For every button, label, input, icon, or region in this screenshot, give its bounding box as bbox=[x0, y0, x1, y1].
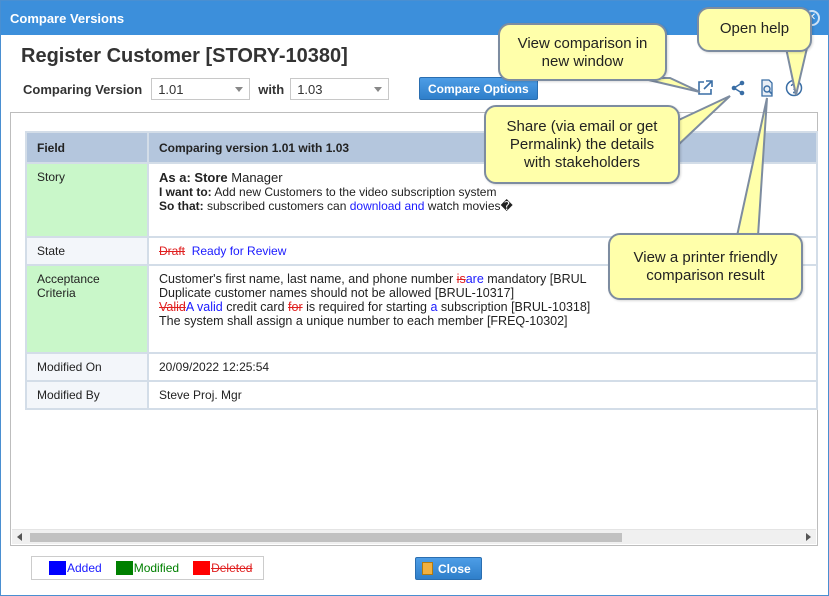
chevron-down-icon bbox=[374, 87, 383, 92]
want-text: Add new Customers to the video subscript… bbox=[211, 185, 497, 199]
close-button-label: Close bbox=[438, 562, 471, 576]
comparison-panel: Field Comparing version 1.01 with 1.03 S… bbox=[10, 112, 818, 546]
scroll-left-icon[interactable] bbox=[17, 533, 22, 541]
table-header-row: Field Comparing version 1.01 with 1.03 bbox=[25, 131, 818, 164]
callout-new-window: View comparison in new window bbox=[498, 23, 667, 81]
close-button[interactable]: Close bbox=[415, 557, 482, 580]
legend-deleted: Deleted bbox=[193, 561, 252, 575]
callout-help: Open help bbox=[697, 7, 812, 52]
horizontal-scrollbar[interactable] bbox=[12, 529, 816, 544]
share-icon[interactable] bbox=[729, 79, 747, 97]
external-window-icon[interactable] bbox=[696, 79, 714, 97]
scrollbar-thumb[interactable] bbox=[30, 533, 622, 542]
so-added: download and bbox=[349, 199, 425, 213]
ac-line1-del: is bbox=[456, 272, 466, 286]
to-version-select[interactable]: 1.03 bbox=[290, 78, 390, 100]
chevron-down-icon bbox=[235, 87, 244, 92]
ac-line3-c: subscription [BRUL-10318] bbox=[437, 300, 591, 314]
compare-row: Comparing Version 1.01 with 1.03 bbox=[23, 78, 390, 100]
as-a-added: Store bbox=[194, 170, 228, 185]
modified-swatch bbox=[115, 561, 133, 575]
ac-line1-add: are bbox=[465, 272, 484, 286]
table-row-modified-on: Modified On 20/09/2022 12:25:54 bbox=[25, 352, 818, 382]
legend-added-label: Added bbox=[67, 561, 102, 575]
table-row-story: Story As a: Store Manager I want to: Add… bbox=[25, 162, 818, 238]
ac-line3-b: is required for starting bbox=[302, 300, 431, 314]
record-title: Register Customer [STORY-10380] bbox=[21, 45, 348, 67]
field-acceptance-criteria: Acceptance Criteria bbox=[25, 264, 149, 354]
ac-line3-a: credit card bbox=[222, 300, 289, 314]
value-column-header: Comparing version 1.01 with 1.03 bbox=[147, 131, 818, 164]
added-swatch bbox=[49, 561, 66, 575]
from-version-value: 1.01 bbox=[158, 82, 184, 97]
legend-added: Added bbox=[49, 561, 102, 575]
so-that-label: So that: bbox=[159, 199, 204, 213]
door-icon bbox=[422, 562, 433, 575]
field-modified-on: Modified On bbox=[25, 352, 149, 382]
with-label: with bbox=[258, 81, 285, 97]
ac-line3-add1: A valid bbox=[185, 300, 223, 314]
field-modified-by: Modified By bbox=[25, 380, 149, 410]
value-modified-on: 20/09/2022 12:25:54 bbox=[147, 352, 818, 382]
legend-deleted-label: Deleted bbox=[211, 561, 253, 575]
field-state: State bbox=[25, 236, 149, 266]
legend-modified: Modified bbox=[115, 561, 180, 575]
scroll-right-icon[interactable] bbox=[806, 533, 811, 541]
want-label: I want to: bbox=[159, 185, 212, 199]
callout-print: View a printer friendly comparison resul… bbox=[608, 233, 803, 300]
dialog-title: Compare Versions bbox=[10, 11, 125, 26]
as-a-rest: Manager bbox=[227, 170, 283, 185]
field-story: Story bbox=[25, 162, 149, 238]
callout-share: Share (via email or get Permalink) the d… bbox=[484, 105, 680, 184]
field-column-header: Field bbox=[25, 131, 149, 164]
to-version-value: 1.03 bbox=[297, 82, 323, 97]
ac-line3-del1: Valid bbox=[159, 300, 186, 314]
change-legend: Added Modified Deleted bbox=[31, 556, 264, 580]
value-modified-by: Steve Proj. Mgr bbox=[147, 380, 818, 410]
so-text-1: subscribed customers can bbox=[203, 199, 350, 213]
legend-modified-label: Modified bbox=[133, 561, 180, 575]
state-deleted: Draft bbox=[159, 244, 186, 258]
state-added: Ready for Review bbox=[191, 244, 287, 258]
table-row-modified-by: Modified By Steve Proj. Mgr bbox=[25, 380, 818, 410]
as-a-label: As a: bbox=[159, 170, 191, 185]
ac-line1-b: mandatory [BRUL bbox=[483, 272, 587, 286]
ac-line3-del2: for bbox=[288, 300, 303, 314]
printer-preview-icon[interactable] bbox=[758, 79, 776, 97]
value-story: As a: Store Manager I want to: Add new C… bbox=[147, 162, 818, 238]
from-version-select[interactable]: 1.01 bbox=[151, 78, 251, 100]
ac-line1-a: Customer's first name, last name, and ph… bbox=[159, 272, 457, 286]
comparing-version-label: Comparing Version bbox=[23, 81, 143, 97]
deleted-swatch bbox=[193, 561, 211, 575]
ac-line4: The system shall assign a unique number … bbox=[159, 314, 568, 328]
help-icon[interactable] bbox=[785, 79, 803, 97]
so-text-2: watch movies� bbox=[424, 199, 513, 213]
